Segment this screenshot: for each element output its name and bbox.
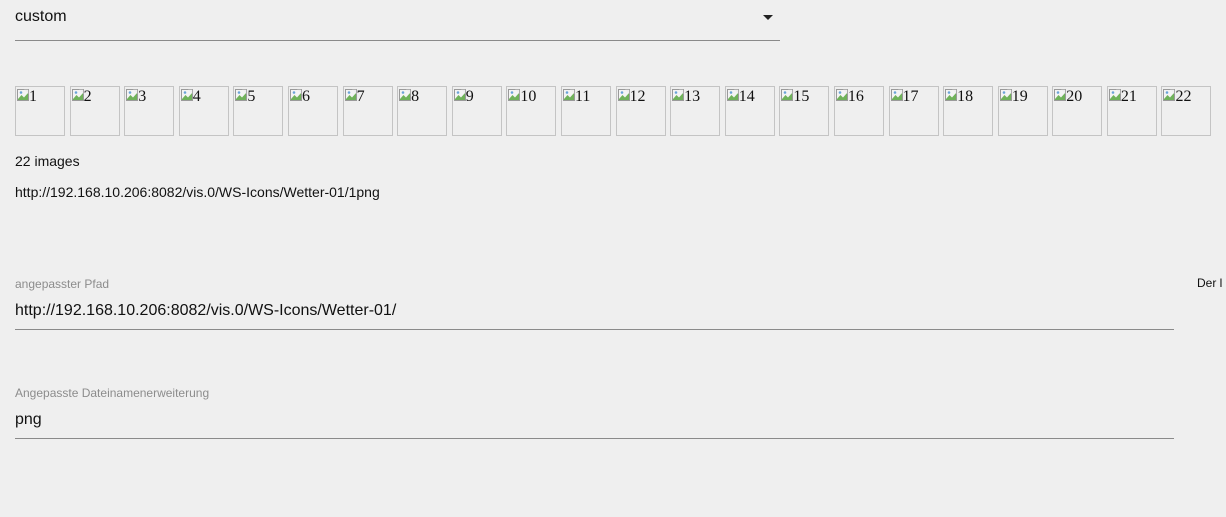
broken-image-icon bbox=[1108, 89, 1121, 101]
broken-image-icon bbox=[17, 89, 29, 101]
image-set-select[interactable]: custom bbox=[15, 0, 780, 41]
clipped-side-text: Der l bbox=[1197, 276, 1223, 290]
image-thumbnail[interactable]: 8 bbox=[397, 86, 448, 136]
broken-image-icon bbox=[999, 89, 1012, 101]
thumbnail-alt-text: 18 bbox=[957, 88, 974, 105]
broken-image-icon bbox=[562, 89, 575, 101]
custom-path-input[interactable] bbox=[15, 299, 1174, 330]
image-thumbnail[interactable]: 13 bbox=[670, 86, 721, 136]
image-thumbnail[interactable]: 15 bbox=[779, 86, 830, 136]
thumbnail-alt-text: 22 bbox=[1175, 88, 1192, 105]
image-thumbnail[interactable]: 22 bbox=[1161, 86, 1212, 136]
thumbnail-alt-text: 7 bbox=[356, 88, 365, 105]
broken-image-icon bbox=[71, 89, 84, 101]
chevron-down-icon[interactable] bbox=[763, 15, 773, 20]
broken-image-icon bbox=[180, 89, 193, 101]
thumbnail-alt-text: 20 bbox=[1066, 88, 1083, 105]
thumbnail-alt-text: 3 bbox=[138, 88, 147, 105]
thumbnail-alt-text: 17 bbox=[902, 88, 919, 105]
image-thumbnail[interactable]: 12 bbox=[615, 86, 666, 136]
custom-extension-field: Angepasste Dateinamenerweiterung bbox=[15, 386, 1174, 449]
image-thumbnail[interactable]: 4 bbox=[178, 86, 229, 136]
image-thumbnail[interactable]: 2 bbox=[69, 86, 120, 136]
thumbnail-alt-text: 11 bbox=[574, 88, 591, 105]
custom-path-field: angepasster Pfad bbox=[15, 277, 1174, 340]
image-thumbnail[interactable]: 17 bbox=[888, 86, 939, 136]
thumbnail-alt-text: 15 bbox=[793, 88, 810, 105]
thumbnail-alt-text: 1 bbox=[29, 88, 37, 105]
image-thumbnail[interactable]: 21 bbox=[1106, 86, 1157, 136]
thumbnail-alt-text: 8 bbox=[411, 88, 420, 105]
custom-extension-label: Angepasste Dateinamenerweiterung bbox=[15, 386, 210, 400]
broken-image-icon bbox=[890, 89, 903, 101]
broken-image-icon bbox=[726, 89, 739, 101]
broken-image-icon bbox=[1163, 89, 1176, 101]
broken-image-icon bbox=[344, 89, 357, 101]
custom-path-label: angepasster Pfad bbox=[15, 277, 110, 291]
thumbnail-alt-text: 19 bbox=[1011, 88, 1028, 105]
thumbnail-alt-text: 2 bbox=[83, 88, 92, 105]
broken-image-icon bbox=[835, 89, 848, 101]
image-thumbnail[interactable]: 3 bbox=[124, 86, 175, 136]
image-set-select-value: custom bbox=[15, 8, 67, 25]
image-thumbnail[interactable]: 19 bbox=[997, 86, 1048, 136]
broken-image-icon bbox=[508, 89, 521, 101]
broken-image-icon bbox=[126, 89, 139, 101]
broken-image-icon bbox=[453, 89, 466, 101]
broken-image-icon bbox=[945, 89, 958, 101]
image-thumbnail[interactable]: 11 bbox=[560, 86, 611, 136]
image-set-settings-panel: custom 1 2 3 4 5 6 7 8 9 10 11 12 13 14 15 16 17 18 19 20 21… bbox=[0, 0, 1226, 517]
broken-image-icon bbox=[672, 89, 685, 101]
image-thumbnail[interactable]: 9 bbox=[451, 86, 502, 136]
image-thumbnail[interactable]: 6 bbox=[287, 86, 338, 136]
broken-image-icon bbox=[235, 89, 248, 101]
thumbnail-alt-text: 14 bbox=[738, 88, 755, 105]
images-count: 22 images bbox=[15, 153, 80, 169]
image-thumbnail[interactable]: 10 bbox=[506, 86, 557, 136]
broken-image-icon bbox=[617, 89, 630, 101]
thumbnail-alt-text: 10 bbox=[520, 88, 537, 105]
image-thumbnail[interactable]: 18 bbox=[943, 86, 994, 136]
thumbnail-alt-text: 4 bbox=[192, 88, 201, 105]
image-url-preview: http://192.168.10.206:8082/vis.0/WS-Icon… bbox=[15, 184, 380, 200]
broken-image-icon bbox=[781, 89, 794, 101]
thumbnail-alt-text: 21 bbox=[1120, 88, 1137, 105]
image-thumbnail[interactable]: 14 bbox=[724, 86, 775, 136]
thumbnail-strip: 1 2 3 4 5 6 7 8 9 10 11 12 13 14 15 16 17 18 19 20 21 22 bbox=[15, 86, 1212, 136]
thumbnail-alt-text: 6 bbox=[301, 88, 310, 105]
broken-image-icon bbox=[289, 89, 302, 101]
thumbnail-alt-text: 16 bbox=[847, 88, 864, 105]
thumbnail-alt-text: 12 bbox=[629, 88, 646, 105]
broken-image-icon bbox=[399, 89, 412, 101]
image-thumbnail[interactable]: 20 bbox=[1052, 86, 1103, 136]
thumbnail-alt-text: 13 bbox=[684, 88, 701, 105]
image-thumbnail[interactable]: 5 bbox=[233, 86, 284, 136]
thumbnail-alt-text: 9 bbox=[465, 88, 474, 105]
broken-image-icon bbox=[1054, 89, 1067, 101]
image-thumbnail[interactable]: 1 bbox=[15, 86, 65, 136]
image-thumbnail[interactable]: 16 bbox=[833, 86, 884, 136]
custom-extension-input[interactable] bbox=[15, 408, 1174, 439]
image-thumbnail[interactable]: 7 bbox=[342, 86, 393, 136]
thumbnail-alt-text: 5 bbox=[247, 88, 256, 105]
